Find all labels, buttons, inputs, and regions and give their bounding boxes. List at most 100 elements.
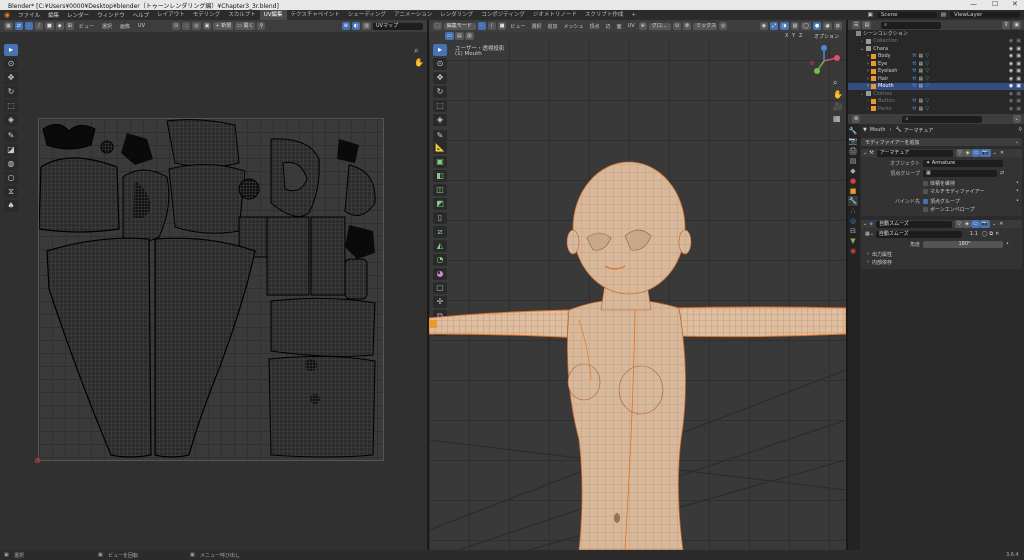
angle-field[interactable]: 180° xyxy=(923,240,1003,248)
expand-arrow-icon[interactable]: › xyxy=(867,83,869,89)
outliner-row-pants[interactable]: › Pants ⚒ ▦ ▽ ◉ ▣ xyxy=(848,105,1024,113)
armature-modifier-icon[interactable]: ⚒ xyxy=(912,98,916,104)
tab-uv-editing[interactable]: UV編集 xyxy=(259,10,287,20)
invert-vgroup-icon[interactable]: ⇄ xyxy=(1000,170,1004,176)
outliner-row-eyelash[interactable]: › Eyelash ⚒ ▦ ▽ ◉ ▣ xyxy=(848,68,1024,76)
visibility-eye-icon[interactable]: ◉ xyxy=(1009,38,1013,44)
tab-compositing[interactable]: コンポジティング xyxy=(477,10,529,20)
tab-rendering[interactable]: レンダリング xyxy=(436,10,477,20)
render-camera-icon[interactable]: ▣ xyxy=(1016,38,1021,44)
expand-arrow-icon[interactable]: › xyxy=(867,76,869,82)
expand-arrow-icon[interactable]: ⌄ xyxy=(860,38,864,44)
tab-geometry-nodes[interactable]: ジオメトリノード xyxy=(529,10,581,20)
modifier-tab-icon[interactable]: 🔧 xyxy=(848,196,858,206)
add-modifier-button[interactable]: モディファイアーを追加 ⌄ xyxy=(861,138,1022,146)
physics-tab-icon[interactable]: ◎ xyxy=(848,216,858,226)
expand-arrow-icon[interactable]: ⌄ xyxy=(860,91,864,97)
remove-modifier-icon[interactable]: ✕ xyxy=(1000,150,1004,156)
properties-options-icon[interactable]: ⌄ xyxy=(1012,115,1021,123)
bind-envelope-checkbox[interactable] xyxy=(923,206,928,212)
collapse-icon[interactable]: ⌄ xyxy=(863,150,867,156)
expand-arrow-icon[interactable]: › xyxy=(867,68,869,74)
menu-file[interactable]: ファイル xyxy=(14,11,44,19)
outliner-row-hair[interactable]: › Hair ⚒ ▦ ▽ ◉ ▣ xyxy=(848,75,1024,83)
visibility-eye-icon[interactable]: ◉ xyxy=(1009,68,1013,74)
vertex-groups-icon[interactable]: ▦ xyxy=(918,61,923,67)
open-image-button[interactable]: ▭ 開く xyxy=(235,22,256,30)
visibility-eye-icon[interactable]: ◉ xyxy=(1009,91,1013,97)
menu-render[interactable]: レンダー xyxy=(63,11,93,19)
scene-tab-icon[interactable]: ◆ xyxy=(848,166,858,176)
object-tab-icon[interactable]: ■ xyxy=(848,186,858,196)
outliner-row-chara[interactable]: ⌄ Chara ◉ ▣ xyxy=(848,45,1024,53)
mesh-data-icon[interactable]: ▽ xyxy=(925,76,929,82)
keep-volume-row[interactable]: 体積を維持 • xyxy=(861,179,1022,187)
face-select-icon[interactable]: ■ xyxy=(44,22,54,30)
smooth-remove-icon[interactable]: ✕ xyxy=(999,221,1003,227)
transform-tool-icon[interactable]: ◈ xyxy=(4,114,18,126)
tab-modeling[interactable]: モデリング xyxy=(189,10,225,20)
cursor-tool-icon[interactable]: ⊙ xyxy=(4,58,18,70)
material-tab-icon[interactable]: ◉ xyxy=(848,246,858,256)
visibility-eye-icon[interactable]: ◉ xyxy=(1009,83,1013,89)
uv-zoom-icon[interactable]: ⌕ xyxy=(414,46,418,56)
multi-modifier-checkbox[interactable] xyxy=(923,188,928,194)
vertex-groups-icon[interactable]: ▦ xyxy=(918,76,923,82)
render-camera-icon[interactable]: ▣ xyxy=(1016,98,1021,104)
bind-vgroups-checkbox[interactable] xyxy=(923,198,928,204)
mesh-data-icon[interactable]: ▽ xyxy=(925,98,929,104)
armature-modifier-icon[interactable]: ⚒ xyxy=(912,106,916,112)
viewlayer-selector[interactable]: ViewLayer xyxy=(950,12,1020,18)
visibility-eye-icon[interactable]: ◉ xyxy=(1009,106,1013,112)
armature-modifier-icon[interactable]: ⚒ xyxy=(912,83,916,89)
uv-menu-image[interactable]: 画像 xyxy=(117,23,133,30)
scene-selector[interactable]: Scene xyxy=(876,12,937,18)
island-select-icon[interactable]: ◆ xyxy=(55,22,64,30)
minimize-button[interactable]: — xyxy=(970,0,977,8)
vertex-group-field[interactable]: ▦ xyxy=(923,169,997,177)
render-camera-icon[interactable]: ▣ xyxy=(1016,106,1021,112)
constraints-tab-icon[interactable]: ⊟ xyxy=(848,226,858,236)
uv-menu-select[interactable]: 選択 xyxy=(99,23,115,30)
character-mesh[interactable] xyxy=(429,20,846,550)
uv-canvas[interactable] xyxy=(38,118,384,461)
uv-select-mode-icon[interactable]: ⊞ xyxy=(65,22,74,30)
smooth-editmode-icon[interactable]: ▽ xyxy=(955,220,964,228)
3d-viewport[interactable]: ⬚ 編集モード · / ■ ビュー 選択 追加 メッシュ 頂点 辺 面 UV ⊕… xyxy=(429,20,846,550)
oncage-toggle-icon[interactable]: ◈ xyxy=(963,149,972,157)
tab-shading[interactable]: シェーディング xyxy=(344,10,390,20)
view-layer-tab-icon[interactable]: ▤ xyxy=(848,156,858,166)
keep-volume-checkbox[interactable] xyxy=(923,180,928,186)
origin-handle-icon[interactable] xyxy=(429,320,437,328)
rip-tool-icon[interactable]: ◪ xyxy=(4,144,18,156)
vertex-groups-icon[interactable]: ▦ xyxy=(918,98,923,104)
add-workspace-button[interactable]: + xyxy=(627,10,640,20)
smooth-menu-icon[interactable]: ⌄ xyxy=(992,221,996,227)
render-camera-icon[interactable]: ▣ xyxy=(1016,61,1021,67)
render-camera-icon[interactable]: ▣ xyxy=(1016,68,1021,74)
pinch-tool-icon[interactable]: ⧖ xyxy=(4,186,18,198)
outliner-row-button[interactable]: › Button ⚒ ▦ ▽ ◉ ▣ xyxy=(848,98,1024,106)
uv-menu-uv[interactable]: UV xyxy=(135,23,148,29)
annotate-tool-icon[interactable]: ✎ xyxy=(4,130,18,142)
visibility-eye-icon[interactable]: ◉ xyxy=(1009,61,1013,67)
output-tab-icon[interactable]: 🖨 xyxy=(848,146,858,156)
sample-tool-icon[interactable]: ♠ xyxy=(4,200,18,212)
outliner-row-body[interactable]: › Body ⚒ ▦ ▽ ◉ ▣ xyxy=(848,53,1024,61)
menu-help[interactable]: ヘルプ xyxy=(129,11,154,19)
expand-arrow-icon[interactable]: › xyxy=(867,61,869,67)
pin-icon[interactable]: ⚲ xyxy=(257,22,266,30)
smooth-oncage-icon[interactable]: ◈ xyxy=(963,220,972,228)
render-toggle-icon[interactable]: 📷 xyxy=(980,149,991,157)
grab-tool-icon[interactable]: ◍ xyxy=(4,158,18,170)
tool-tab-icon[interactable]: 🔧 xyxy=(848,126,858,136)
unlink-icon[interactable]: ✕ xyxy=(995,231,999,237)
blender-logo-icon[interactable]: ◉ xyxy=(0,11,14,19)
world-tab-icon[interactable]: ● xyxy=(848,176,858,186)
outliner-editor-icon[interactable]: ☰ xyxy=(852,21,861,29)
output-expand-icon[interactable]: › xyxy=(867,251,869,257)
properties-search[interactable]: ⌕ xyxy=(902,115,983,123)
tab-layout[interactable]: レイアウト xyxy=(153,10,189,20)
pivot-icon[interactable]: ⊙ xyxy=(172,22,181,30)
armature-modifier-icon[interactable]: ⚒ xyxy=(912,61,916,67)
